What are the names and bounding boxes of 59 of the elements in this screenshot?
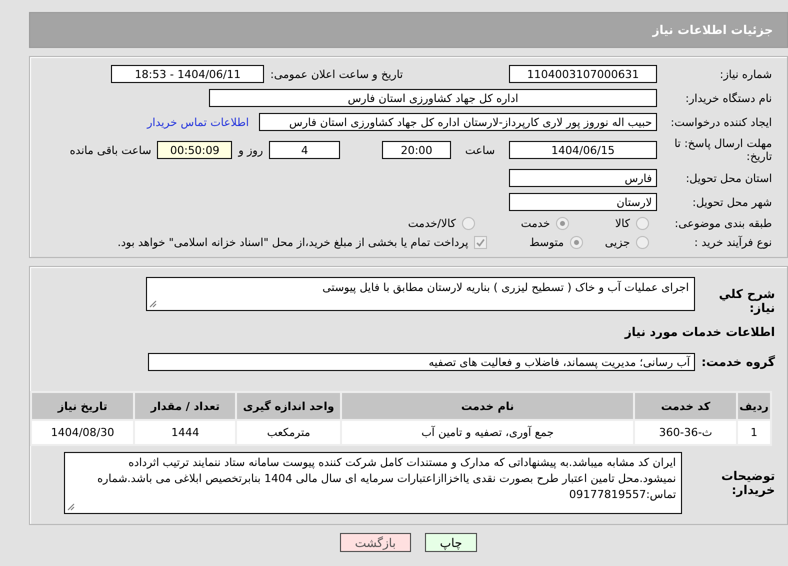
column-header: تعداد / مقدار (134, 392, 236, 420)
field-label: ایجاد کننده درخواست: (670, 116, 772, 128)
table-cell: 1404/08/30 (31, 420, 134, 445)
resize-grip-icon[interactable] (67, 503, 75, 511)
province-field: فارس (509, 169, 657, 187)
radio-button[interactable] (636, 236, 649, 249)
table-cell: 1444 (134, 420, 236, 445)
field-label: شماره نیاز: (720, 68, 772, 80)
section-title: اطلاعات خدمات مورد نیاز (623, 325, 776, 339)
field-label: شرح کلي نياز: (718, 286, 776, 315)
radio-button[interactable] (570, 236, 583, 249)
remaining-time-field: 00:50:09 (157, 141, 232, 159)
field-label: نام دستگاه خریدار: (685, 92, 772, 104)
column-header: کد خدمت (634, 392, 738, 420)
buyer-notes-field[interactable]: ایران کد مشابه میباشد.به پیشنهاداتی که مدارک و مستندات کامل شرکت کننده پیوست سامانه ستاد ننمایند ترتیب اثرداده نمیشود.محل تامین اعتبار طرح بصورت نقدی یااخزاازاعتبارات سرمایه ای سال مالی 1404 بنابرتخصیص ابلاغی می باشد.شماره تماس:09177819557 (64, 452, 682, 514)
table-cell: 1 (737, 420, 771, 445)
table-cell: ث-36-360 (634, 420, 738, 445)
treasury-checkbox-option[interactable]: پرداخت تمام یا بخشی از مبلغ خرید،از محل "اسناد خزانه اسلامی" خواهد بود. (118, 236, 488, 249)
radio-option[interactable]: جزیی (604, 236, 649, 249)
radio-option[interactable]: کالا/خدمت (408, 217, 475, 230)
radio-option[interactable]: متوسط (529, 236, 583, 249)
remaining-label: ساعت باقی مانده (70, 144, 152, 156)
buyer-contact-link[interactable]: اطلاعات تماس خریدار (147, 116, 249, 128)
column-header: تاریخ نیاز (31, 392, 134, 420)
radio-button[interactable] (636, 217, 649, 230)
deadline-date-field: 1404/06/15 (509, 141, 657, 159)
days-label: روز و (238, 144, 264, 156)
radio-button[interactable] (556, 217, 570, 230)
field-label: طبقه بندی موضوعی: (674, 217, 772, 230)
radio-option[interactable]: خدمت (520, 217, 570, 230)
column-header: نام خدمت (340, 392, 634, 420)
radio-option[interactable]: کالا (615, 217, 649, 230)
table-cell: مترمکعب (236, 420, 341, 445)
print-button[interactable]: چاپ (424, 533, 478, 552)
field-label: گروه خدمت: (700, 355, 776, 369)
announce-date-field: 1404/06/11 - 18:53 (111, 65, 264, 83)
field-label: توضیحات خریدار: (720, 469, 776, 497)
time-label: ساعت (465, 144, 495, 156)
radio-button[interactable] (462, 217, 475, 230)
field-label: شهر محل تحویل: (692, 196, 772, 208)
resize-grip-icon[interactable] (149, 300, 157, 308)
table-cell: جمع آوری، تصفیه و تامین آب (340, 420, 634, 445)
buyer-org-field: اداره کل جهاد کشاورزی استان فارس (209, 89, 657, 107)
city-field: لارستان (509, 193, 657, 211)
column-header: واحد اندازه گیری (236, 392, 341, 420)
checkbox[interactable] (474, 236, 488, 249)
deadline-time-field: 20:00 (382, 141, 452, 159)
days-field: 4 (269, 141, 340, 159)
service-group-field: آب رسانی؛ مدیریت پسماند، فاضلاب و فعالیت های تصفیه (148, 353, 695, 371)
need-number-field: 1104003107000631 (509, 65, 657, 83)
column-header: ردیف (737, 392, 771, 420)
page-title: جزئیات اطلاعات نیاز (29, 12, 788, 48)
field-label: استان محل تحویل: (686, 172, 772, 184)
requester-field: حبیب اله نوروز پور لاری کارپرداز-لارستان اداره کل جهاد کشاورزی استان فارس (259, 113, 657, 131)
description-field[interactable]: اجرای عملیات آب و خاک ( تسطیح لیزری ) بناریه لارستان مطابق با فایل پیوستی (146, 277, 695, 311)
back-button[interactable]: بازگشت (340, 533, 411, 552)
field-label: مهلت ارسال پاسخ: تا تاریخ: (674, 137, 772, 163)
field-label: نوع فرآیند خرید : (694, 236, 772, 249)
field-label: تاریخ و ساعت اعلان عمومی: (270, 68, 403, 80)
